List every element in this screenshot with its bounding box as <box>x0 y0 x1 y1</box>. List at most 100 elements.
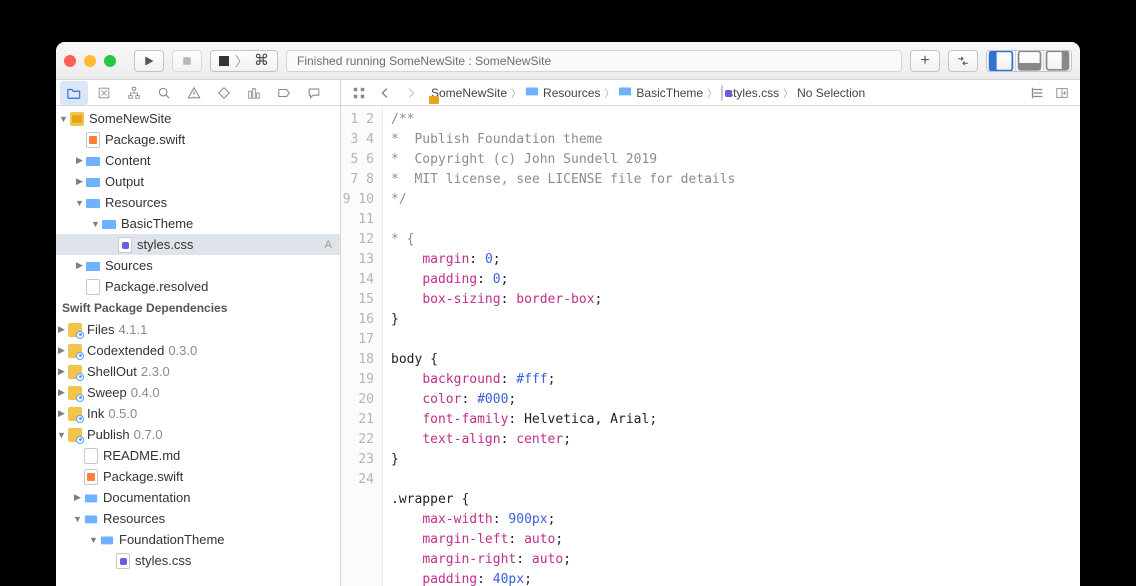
crumb-symbol[interactable]: No Selection <box>797 86 865 100</box>
project-tree[interactable]: ▼ SomeNewSite ▶ Package.swift ▶ Content … <box>56 106 340 586</box>
window-traffic-lights <box>64 55 116 67</box>
debug-navigator-tab[interactable] <box>240 81 268 105</box>
scheme-destination-icon: ⌘ <box>254 55 269 67</box>
tree-row[interactable]: ▼FoundationTheme <box>56 529 340 550</box>
toggle-right-panel[interactable] <box>1043 51 1071 71</box>
test-navigator-tab[interactable] <box>210 81 238 105</box>
tree-row-basic-theme[interactable]: ▼ BasicTheme <box>56 213 340 234</box>
code-editor[interactable]: 1 2 3 4 5 6 7 8 9 10 11 12 13 14 15 16 1… <box>341 106 1080 586</box>
tree-label: Package.resolved <box>105 279 208 294</box>
tree-version: 0.3.0 <box>168 343 197 358</box>
tree-label: styles.css <box>137 237 193 252</box>
source-control-navigator-tab[interactable] <box>90 81 118 105</box>
gauge-icon <box>247 86 261 100</box>
square-x-icon <box>97 86 111 100</box>
tree-row-dep[interactable]: ▼Publish0.7.0 <box>56 424 340 445</box>
scheme-selector[interactable]: 〉 ⌘ <box>210 50 278 72</box>
tree-version: 4.1.1 <box>118 322 147 337</box>
code-review-button[interactable] <box>948 50 978 72</box>
report-navigator-tab[interactable] <box>300 81 328 105</box>
folder-icon <box>84 512 98 526</box>
tree-row-resources[interactable]: ▼ Resources <box>56 192 340 213</box>
add-editor-button[interactable] <box>1052 83 1072 103</box>
nav-back-button[interactable] <box>375 83 395 103</box>
window-minimize-button[interactable] <box>84 55 96 67</box>
crumb-file[interactable]: styles.css <box>721 86 779 100</box>
speech-icon <box>307 86 321 100</box>
tree-row[interactable]: ▶styles.css <box>56 550 340 571</box>
toggle-bottom-panel[interactable] <box>1015 51 1043 71</box>
tree-row[interactable]: ▶Documentation <box>56 487 340 508</box>
tree-row-styles-css[interactable]: ▶ styles.css A <box>56 234 340 255</box>
deps-section-header: Swift Package Dependencies <box>56 297 340 319</box>
search-icon <box>157 86 171 100</box>
activity-status-bar: Finished running SomeNewSite : SomeNewSi… <box>286 50 902 72</box>
tree-version: 0.5.0 <box>108 406 137 421</box>
tree-row-package-resolved[interactable]: ▶ Package.resolved <box>56 276 340 297</box>
editor-options-button[interactable] <box>1028 83 1048 103</box>
tree-label: Package.swift <box>105 132 185 147</box>
tree-row[interactable]: ▶Package.swift <box>56 466 340 487</box>
project-navigator-tab[interactable] <box>60 81 88 105</box>
find-navigator-tab[interactable] <box>150 81 178 105</box>
folder-icon <box>85 258 101 274</box>
tree-row-package-swift[interactable]: ▶ Package.swift <box>56 129 340 150</box>
navigator: ▼ SomeNewSite ▶ Package.swift ▶ Content … <box>56 80 341 586</box>
package-icon <box>68 407 82 421</box>
right-panel-icon <box>1044 50 1071 72</box>
left-panel-icon <box>987 50 1015 72</box>
chevron-left-icon <box>378 86 392 100</box>
tree-row-dep[interactable]: ▶Codextended0.3.0 <box>56 340 340 361</box>
code-lines[interactable]: /** * Publish Foundation theme * Copyrig… <box>383 106 1080 586</box>
tree-row-output[interactable]: ▶ Output <box>56 171 340 192</box>
jump-bar-crumbs[interactable]: SomeNewSite 〉 Resources 〉 BasicTheme 〉 s… <box>427 84 1022 101</box>
tree-row-project-root[interactable]: ▼ SomeNewSite <box>56 108 340 129</box>
stop-button[interactable] <box>172 50 202 72</box>
crumb-folder[interactable]: BasicTheme <box>618 84 703 101</box>
tree-row-content[interactable]: ▶ Content <box>56 150 340 171</box>
crumb-folder[interactable]: Resources <box>525 84 600 101</box>
scheme-destination-separator: 〉 <box>235 51 248 70</box>
diamond-icon <box>217 86 231 100</box>
css-file-icon <box>721 85 723 101</box>
package-icon <box>68 365 82 379</box>
add-pane-icon <box>1055 86 1069 100</box>
tree-label: Sources <box>105 258 153 273</box>
library-button[interactable]: + <box>910 50 940 72</box>
css-file-icon <box>116 553 130 569</box>
package-icon <box>68 428 82 442</box>
tree-row-dep[interactable]: ▶Ink0.5.0 <box>56 403 340 424</box>
tree-label: BasicTheme <box>121 216 193 231</box>
hierarchy-icon <box>127 86 141 100</box>
issue-navigator-tab[interactable] <box>180 81 208 105</box>
related-items-button[interactable] <box>349 83 369 103</box>
tree-version: 2.3.0 <box>141 364 170 379</box>
css-file-icon <box>118 237 132 253</box>
window-close-button[interactable] <box>64 55 76 67</box>
folder-icon <box>84 491 98 505</box>
window-zoom-button[interactable] <box>104 55 116 67</box>
breakpoint-navigator-tab[interactable] <box>270 81 298 105</box>
tree-label: Resources <box>105 195 167 210</box>
package-icon <box>68 344 82 358</box>
scheme-target-icon <box>219 56 229 66</box>
tree-row-dep[interactable]: ▶Files4.1.1 <box>56 319 340 340</box>
package-icon <box>68 386 82 400</box>
tree-row-sources[interactable]: ▶ Sources <box>56 255 340 276</box>
tree-row-dep[interactable]: ▶ShellOut2.3.0 <box>56 361 340 382</box>
tree-label: SomeNewSite <box>89 111 171 126</box>
tree-row-dep[interactable]: ▶Sweep0.4.0 <box>56 382 340 403</box>
swift-file-icon <box>86 132 100 148</box>
package-icon <box>68 323 82 337</box>
crumb-project[interactable]: SomeNewSite <box>427 86 507 100</box>
swift-file-icon <box>84 469 98 485</box>
folder-icon <box>618 84 632 98</box>
tree-version: 0.4.0 <box>131 385 160 400</box>
run-button[interactable] <box>134 50 164 72</box>
toggle-left-panel[interactable] <box>987 51 1015 71</box>
symbol-navigator-tab[interactable] <box>120 81 148 105</box>
chevron-right-icon <box>404 86 418 100</box>
tree-row[interactable]: ▶README.md <box>56 445 340 466</box>
nav-forward-button[interactable] <box>401 83 421 103</box>
tree-row[interactable]: ▼Resources <box>56 508 340 529</box>
